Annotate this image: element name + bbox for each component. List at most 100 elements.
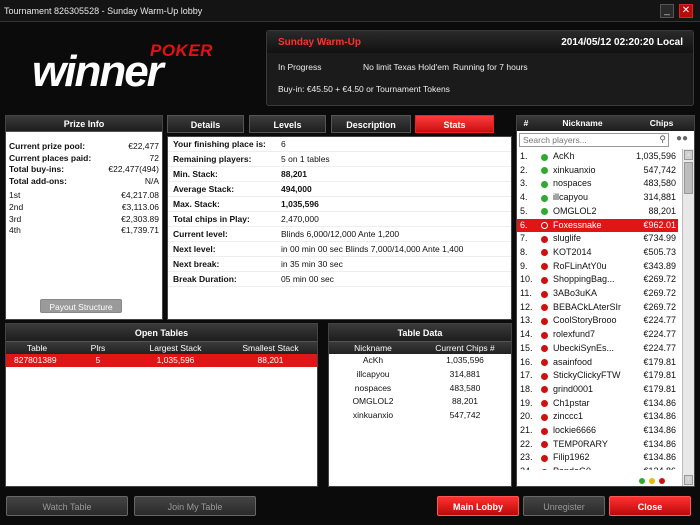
player-rank: 14. (520, 329, 533, 340)
open-tables-column-header[interactable]: Plrs (68, 342, 128, 354)
table-data-row[interactable]: xinkuanxio 547,742 (329, 409, 511, 423)
tab-details[interactable]: Details (167, 115, 244, 133)
players-group-icon[interactable]: ●● (673, 133, 691, 147)
open-tables-column-header[interactable]: Table (6, 342, 68, 354)
player-list-column-header[interactable]: Chips (630, 116, 693, 131)
player-list-scrollbar[interactable]: ▲ ▼ (682, 149, 694, 486)
table-data-row[interactable]: AcKh 1,035,596 (329, 354, 511, 368)
tab-stats[interactable]: Stats (415, 115, 494, 133)
tab-description[interactable]: Description (331, 115, 411, 133)
player-row[interactable]: 12. BEBACkLAterSIr €269.72 (517, 301, 678, 315)
player-row[interactable]: 16. asainfood €179.81 (517, 356, 678, 370)
player-row[interactable]: 23. Filip1962 €134.86 (517, 451, 678, 465)
payout-place-row: 2nd €3,113.06 (9, 202, 159, 214)
player-row[interactable]: 3. nospaces 483,580 (517, 177, 678, 191)
player-row[interactable]: 9. RoFLinAtY0u €343.89 (517, 260, 678, 274)
join-my-table-button[interactable]: Join My Table (134, 496, 256, 516)
player-row[interactable]: 8. KOT2014 €505.73 (517, 246, 678, 260)
table-data-chips: 88,201 (452, 396, 478, 407)
player-row[interactable]: 1. AcKh 1,035,596 (517, 150, 678, 164)
open-tables-column-header[interactable]: Largest Stack (128, 342, 223, 354)
prize-info-panel: Prize Info Current prize pool: €22,477 Cur… (5, 115, 163, 320)
open-table-row[interactable]: 827801389 5 1,035,596 88,201 (6, 354, 317, 367)
player-nickname: UbeckiSynEs... (553, 342, 615, 353)
stats-row: Remaining players: 5 on 1 tables (168, 152, 511, 167)
payout-place-row: 3rd €2,303.89 (9, 214, 159, 226)
player-nickname: zinccc1 (553, 411, 584, 422)
minimize-icon[interactable]: _ (660, 4, 674, 18)
search-players-input[interactable] (520, 134, 654, 146)
player-row[interactable]: 18. grind0001 €179.81 (517, 383, 678, 397)
table-data-column-header[interactable]: Nickname (329, 342, 417, 354)
player-row[interactable]: 24. PandaG0 €134.86 (517, 465, 678, 470)
player-rank: 1. (520, 151, 528, 161)
search-players-box[interactable]: ⚲ (519, 133, 669, 147)
table-data-title: Table Data (329, 324, 511, 342)
player-nickname: TEMP0RARY (553, 438, 608, 449)
player-row[interactable]: 7. sluglife €734.99 (517, 232, 678, 246)
table-data-row[interactable]: OMGLOL2 88,201 (329, 395, 511, 409)
player-row[interactable]: 2. xinkuanxio 547,742 (517, 164, 678, 178)
player-list-panel: #NicknameChips ⚲ ●● 1. AcKh 1,035,596 2. xin… (516, 115, 695, 487)
unregister-button[interactable]: Unregister (523, 496, 605, 516)
player-chips: €505.73 (643, 246, 676, 257)
player-row[interactable]: 21. lockie6666 €134.86 (517, 424, 678, 438)
status-yellow-icon (649, 478, 655, 484)
window-title: Tournament 826305528 - Sunday Warm-Up lo… (4, 6, 203, 16)
player-row[interactable]: 14. rolexfund7 €224.77 (517, 328, 678, 342)
player-nickname: Foxessnake (553, 219, 602, 230)
player-list-column-header[interactable]: Nickname (535, 116, 630, 131)
player-nickname: grind0001 (553, 383, 594, 394)
scroll-down-icon[interactable]: ▼ (684, 475, 693, 485)
table-data-column-header[interactable]: Current Chips # (419, 342, 511, 354)
player-nickname: CoolStoryBrooo (553, 315, 617, 326)
player-status-icon (541, 468, 548, 470)
player-rank: 9. (520, 260, 528, 271)
player-chips: €179.81 (643, 383, 676, 394)
table-data-nick: nospaces (354, 382, 392, 393)
stats-label: Remaining players: (173, 154, 252, 164)
player-row[interactable]: 11. 3ABo3uKA €269.72 (517, 287, 678, 301)
player-nickname: lockie6666 (553, 425, 597, 435)
player-status-icon (541, 222, 548, 229)
player-row[interactable]: 4. illcapyou 314,881 (517, 191, 678, 205)
stats-row: Total chips in Play: 2,470,000 (168, 212, 511, 227)
main-lobby-button[interactable]: Main Lobby (437, 496, 519, 516)
table-data-chips: 1,035,596 (446, 355, 484, 365)
player-rank: 15. (520, 342, 533, 353)
payout-structure-button[interactable]: Payout Structure (40, 299, 122, 313)
scroll-up-icon[interactable]: ▲ (684, 150, 693, 160)
player-row[interactable]: 5. OMGLOL2 88,201 (517, 205, 678, 219)
player-rank: 22. (520, 438, 533, 449)
table-data-row[interactable]: nospaces 483,580 (329, 382, 511, 396)
close-button[interactable]: Close (609, 496, 691, 516)
player-row[interactable]: 17. StickyClickyFTW €179.81 (517, 369, 678, 383)
player-row[interactable]: 13. CoolStoryBrooo €224.77 (517, 314, 678, 328)
player-chips: €224.77 (643, 342, 676, 353)
table-data-row[interactable]: illcapyou 314,881 (329, 368, 511, 382)
player-row[interactable]: 22. TEMP0RARY €134.86 (517, 438, 678, 452)
open-tables-title: Open Tables (6, 324, 317, 342)
prize-line-value: €22,477(494) (108, 164, 159, 174)
search-icon[interactable]: ⚲ (659, 134, 666, 145)
stats-row: Max. Stack: 1,035,596 (168, 197, 511, 212)
close-icon[interactable]: ✕ (679, 4, 693, 18)
player-nickname: sluglife (553, 233, 582, 244)
player-row[interactable]: 20. zinccc1 €134.86 (517, 410, 678, 424)
tab-levels[interactable]: Levels (249, 115, 326, 133)
player-row[interactable]: 10. ShoppingBag... €269.72 (517, 273, 678, 287)
player-row[interactable]: 19. Ch1pstar €134.86 (517, 397, 678, 411)
open-tables-column-header[interactable]: Smallest Stack (223, 342, 318, 354)
stats-value: 2,470,000 (281, 214, 319, 224)
player-row[interactable]: 15. UbeckiSynEs... €224.77 (517, 342, 678, 356)
player-nickname: Filip1962 (553, 452, 590, 463)
stats-label: Max. Stack: (173, 199, 220, 209)
winner-poker-logo: POKER winner (8, 28, 258, 108)
open-tables-panel: Open Tables Table Plrs Largest Stack Smalle… (5, 323, 318, 487)
player-row[interactable]: 6. Foxessnake €962.01 (517, 218, 678, 233)
scrollbar-thumb[interactable] (684, 162, 693, 194)
payout-place: 4th (9, 225, 21, 236)
player-list-column-header[interactable]: # (517, 116, 535, 131)
player-nickname: 3ABo3uKA (553, 288, 598, 298)
watch-table-button[interactable]: Watch Table (6, 496, 128, 516)
